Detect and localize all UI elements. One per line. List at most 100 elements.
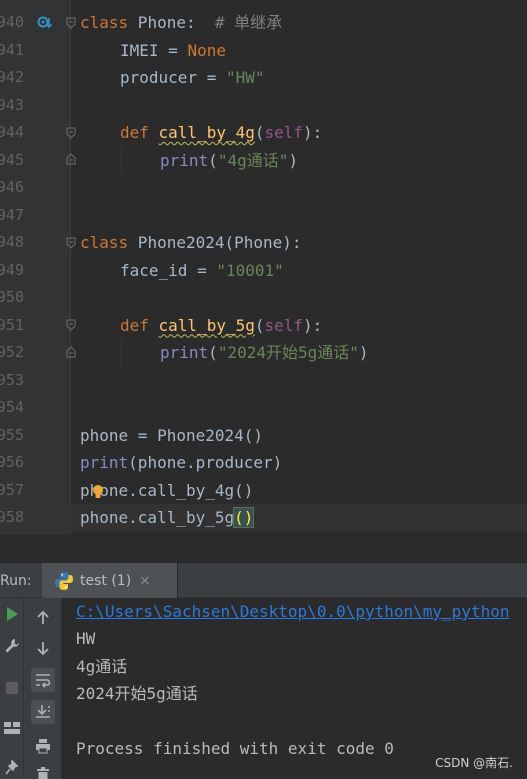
- line-number: 947: [0, 205, 24, 224]
- line-number: 946: [0, 178, 24, 196]
- builtin-function: print: [80, 453, 129, 472]
- line-number-gutter: 940 941 942 943 944 945 946 947 948 949 …: [0, 0, 70, 535]
- paren: (: [254, 315, 265, 335]
- down-arrow-icon[interactable]: [31, 636, 55, 660]
- keyword: def: [120, 123, 159, 142]
- layout-icon[interactable]: [0, 716, 24, 740]
- fold-marker-icon[interactable]: [66, 237, 76, 249]
- paren: (: [208, 150, 218, 170]
- line-number: 945: [0, 150, 24, 169]
- fold-marker-icon[interactable]: [66, 127, 76, 139]
- fold-end-icon[interactable]: [66, 346, 76, 358]
- run-icon[interactable]: [0, 602, 24, 626]
- paren: ): [288, 150, 298, 170]
- up-arrow-icon[interactable]: [31, 606, 55, 630]
- code-line[interactable]: phone.call_by_5g(): [80, 504, 255, 532]
- python-icon: [54, 571, 74, 591]
- line-number: 954: [0, 398, 24, 416]
- line-number: 955: [0, 425, 24, 444]
- line-number: 958: [0, 508, 24, 526]
- line-number: 940: [0, 13, 24, 31]
- line-number: 949: [0, 260, 24, 279]
- builtin-function: print: [160, 150, 209, 170]
- code-line[interactable]: def call_by_4g(self):: [120, 119, 322, 147]
- close-icon[interactable]: ×: [139, 563, 151, 599]
- indent-guide: [121, 339, 122, 367]
- code-text: phone.call_by_5g: [80, 508, 235, 527]
- code-text: producer =: [120, 68, 226, 87]
- run-tab[interactable]: test (1) ×: [42, 563, 178, 599]
- trash-icon[interactable]: [31, 762, 55, 779]
- stop-icon[interactable]: [0, 676, 24, 700]
- code-line[interactable]: IMEI = None: [120, 37, 226, 65]
- code-line[interactable]: phone = Phone2024(): [80, 422, 263, 450]
- gutter-separator: [70, 0, 71, 535]
- keyword: def: [120, 315, 159, 335]
- keyword: class: [80, 13, 129, 32]
- comment: # 单继承: [214, 13, 283, 32]
- code-line[interactable]: print(phone.producer): [80, 449, 282, 477]
- console-line: HW: [76, 629, 96, 648]
- function-name: call_by_4g: [158, 123, 255, 142]
- line-number: 941: [0, 40, 24, 59]
- console-line: 4g通话: [76, 656, 128, 676]
- line-number: 950: [0, 288, 24, 306]
- fold-marker-icon[interactable]: [66, 319, 76, 331]
- paren: (: [208, 343, 218, 362]
- code-line[interactable]: print("2024开始5g通话"): [160, 339, 369, 367]
- paren: ):: [303, 123, 323, 142]
- line-number: 956: [0, 453, 24, 471]
- class-name: Phone2024(Phone):: [128, 233, 302, 252]
- code-line[interactable]: def call_by_5g(self):: [120, 312, 322, 340]
- exit-message: Process finished with exit code 0: [76, 739, 394, 758]
- code-line[interactable]: phone.call_by_4g(): [80, 477, 253, 505]
- line-number: 952: [0, 343, 24, 361]
- run-panel: C:\Users\Sachsen\Desktop\0.0\python\my_p…: [0, 598, 527, 779]
- line-number: 957: [0, 480, 24, 499]
- code-line[interactable]: print("4g通话"): [160, 147, 298, 175]
- string-literal: "HW": [225, 68, 265, 87]
- class-name: Phone:: [128, 13, 215, 32]
- run-console-toolbar: [24, 598, 62, 779]
- line-number: 948: [0, 233, 24, 251]
- pin-icon[interactable]: [0, 756, 24, 779]
- code-text: (phone.producer): [128, 453, 283, 472]
- fold-end-icon[interactable]: [66, 153, 76, 165]
- print-icon[interactable]: [31, 734, 55, 758]
- code-line[interactable]: face_id = "10001": [120, 257, 284, 285]
- line-number: 953: [0, 370, 24, 389]
- paren: ): [358, 343, 369, 362]
- code-line[interactable]: class Phone2024(Phone):: [80, 229, 302, 257]
- scroll-to-end-icon[interactable]: [31, 700, 55, 724]
- code-text: face_id =: [120, 260, 217, 280]
- wrench-icon[interactable]: [0, 634, 24, 658]
- builtin-function: print: [160, 343, 209, 362]
- console-output[interactable]: C:\Users\Sachsen\Desktop\0.0\python\my_p…: [76, 598, 527, 779]
- interpreter-path-link[interactable]: C:\Users\Sachsen\Desktop\0.0\python\my_p…: [76, 598, 509, 626]
- code-text: IMEI =: [120, 40, 188, 60]
- code-editor[interactable]: 940 941 942 943 944 945 946 947 948 949 …: [0, 0, 527, 535]
- line-number: 951: [0, 315, 24, 334]
- code-text: phone = Phone2024(): [80, 425, 264, 445]
- paren: (: [254, 123, 265, 142]
- code-line[interactable]: class Phone: # 单继承: [80, 9, 282, 37]
- run-tab-label: test (1): [80, 573, 132, 589]
- bulb-icon[interactable]: [91, 484, 105, 504]
- code-line[interactable]: producer = "HW": [120, 64, 265, 92]
- string-literal: "10001": [216, 260, 284, 280]
- line-number: 944: [0, 123, 24, 141]
- line-number: 943: [0, 95, 24, 114]
- keyword: None: [187, 40, 226, 60]
- indent-guide: [121, 146, 122, 174]
- breakpoint-override-icon[interactable]: [37, 15, 53, 35]
- code-text: one.call_by_4g(): [99, 480, 254, 500]
- matched-parens: (): [233, 507, 255, 528]
- watermark: CSDN @南石.: [435, 756, 513, 770]
- string-literal: "2024开始5g通话": [217, 343, 359, 362]
- run-label: Run:: [0, 573, 32, 589]
- paren: ):: [303, 315, 323, 335]
- soft-wrap-icon[interactable]: [31, 668, 55, 692]
- fold-marker-icon[interactable]: [66, 17, 76, 29]
- self-param: self: [264, 123, 304, 142]
- keyword: class: [80, 233, 129, 252]
